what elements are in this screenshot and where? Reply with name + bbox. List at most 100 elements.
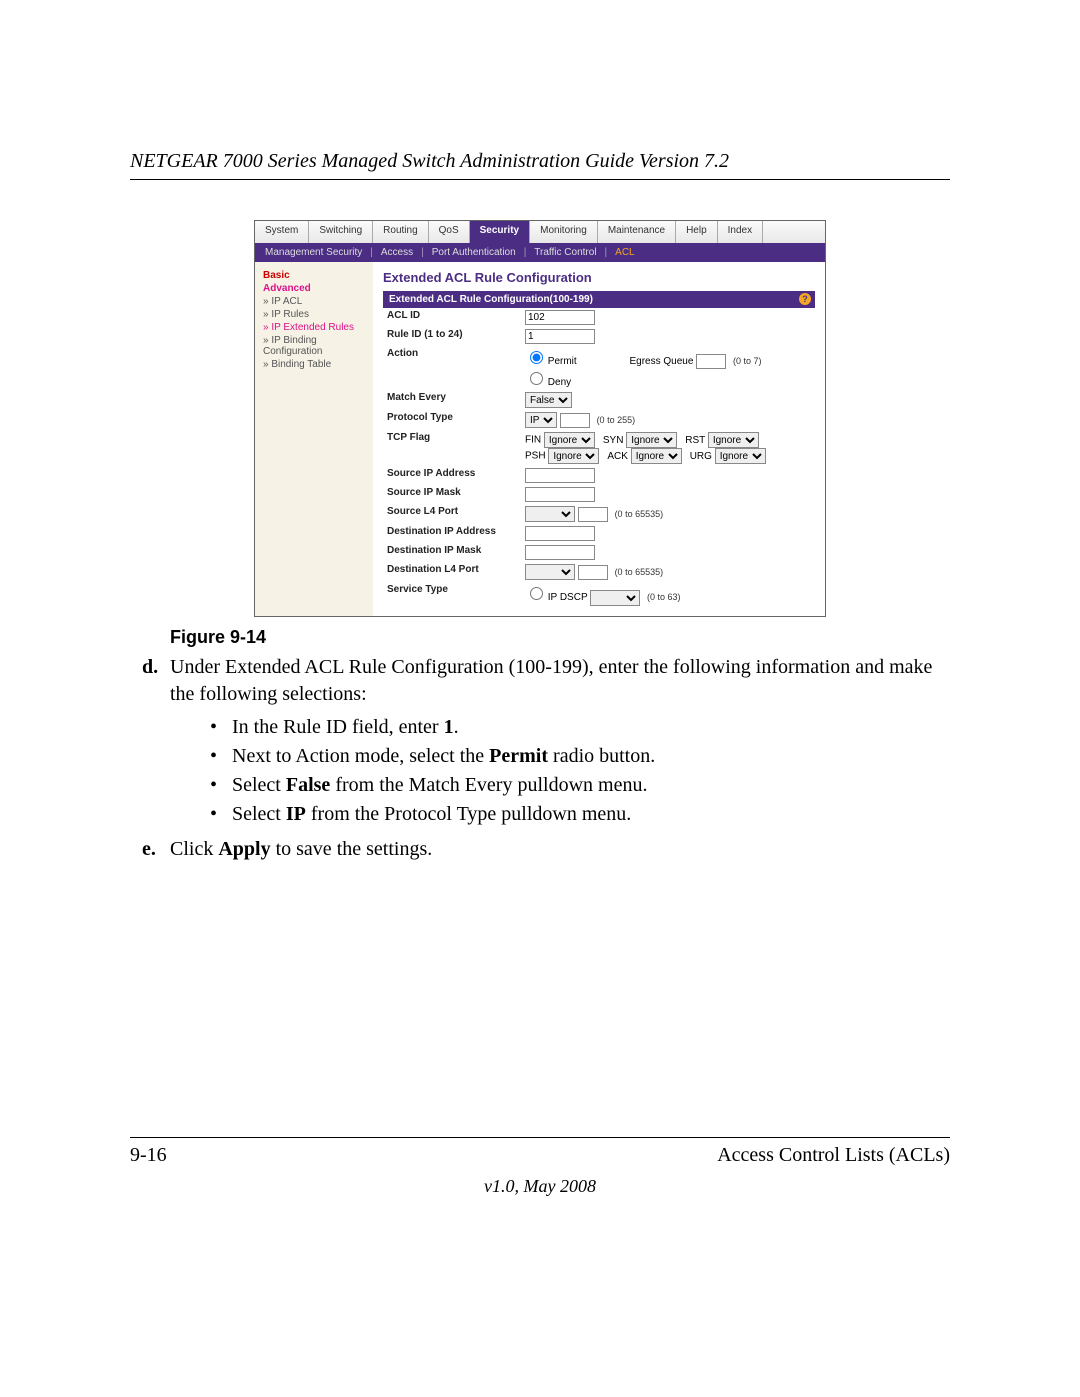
select-match-every[interactable]: False — [525, 392, 572, 408]
tab-system[interactable]: System — [255, 221, 309, 243]
input-dst-port[interactable] — [578, 565, 608, 580]
radio-service-type[interactable] — [530, 587, 543, 600]
input-dst-mask[interactable] — [525, 545, 595, 560]
document-header: NETGEAR 7000 Series Managed Switch Admin… — [130, 150, 950, 180]
separator: | — [605, 247, 608, 258]
tcpflag-select-ack[interactable]: Ignore — [631, 448, 682, 464]
radio-permit[interactable] — [530, 351, 543, 364]
tcpflag-label-ack: ACK — [607, 451, 630, 462]
input-src-ip[interactable] — [525, 468, 595, 483]
sidebar-item-ip-acl[interactable]: » IP ACL — [263, 296, 373, 307]
hint-src-port: (0 to 65535) — [615, 509, 664, 519]
panel-subtitle-text: Extended ACL Rule Configuration(100-199) — [389, 294, 593, 305]
label-dst-port: Destination L4 Port — [383, 562, 521, 582]
step-e-pre: Click — [170, 838, 218, 860]
step-d-text: Under Extended ACL Rule Configuration (1… — [170, 656, 932, 705]
label-dst-ip: Destination IP Address — [383, 524, 521, 543]
tab-security[interactable]: Security — [470, 221, 530, 243]
label-src-port: Source L4 Port — [383, 504, 521, 524]
label-protocol-type: Protocol Type — [383, 410, 521, 430]
label-src-ip: Source IP Address — [383, 466, 521, 485]
tab-qos[interactable]: QoS — [429, 221, 470, 243]
main-tabbar: SystemSwitchingRoutingQoSSecurityMonitor… — [255, 221, 825, 243]
tcpflag-select-syn[interactable]: Ignore — [626, 432, 677, 448]
radio-deny[interactable] — [530, 372, 543, 385]
sidebar-item-ip-extended-rules[interactable]: » IP Extended Rules — [263, 322, 373, 333]
hint-egress-queue: (0 to 7) — [733, 356, 762, 366]
tcpflag-select-rst[interactable]: Ignore — [708, 432, 759, 448]
subtab-management-security[interactable]: Management Security — [265, 247, 362, 258]
help-icon[interactable]: ? — [799, 293, 811, 305]
step-e-lead: e. — [142, 836, 170, 863]
tab-maintenance[interactable]: Maintenance — [598, 221, 676, 243]
screenshot: SystemSwitchingRoutingQoSSecurityMonitor… — [254, 220, 826, 617]
label-service-type: Service Type — [383, 582, 521, 608]
tcpflag-label-urg: URG — [690, 451, 715, 462]
bullet-list: In the Rule ID field, enter 1. Next to Ac… — [210, 716, 950, 826]
page-number: 9-16 — [130, 1144, 167, 1167]
radio-deny-label: Deny — [548, 377, 571, 388]
subtab-port-authentication[interactable]: Port Authentication — [432, 247, 516, 258]
input-src-port[interactable] — [578, 507, 608, 522]
tcpflag-label-syn: SYN — [603, 435, 626, 446]
panel-subtitle-bar: Extended ACL Rule Configuration(100-199)… — [383, 291, 815, 308]
label-src-mask: Source IP Mask — [383, 485, 521, 504]
step-d: d.Under Extended ACL Rule Configuration … — [170, 654, 950, 708]
screenshot-body: Basic Advanced » IP ACL » IP Rules » IP Ex… — [255, 262, 825, 616]
subtab-traffic-control[interactable]: Traffic Control — [534, 247, 596, 258]
subtab-access[interactable]: Access — [381, 247, 413, 258]
tcpflag-label-rst: RST — [685, 435, 708, 446]
tcpflag-select-fin[interactable]: Ignore — [544, 432, 595, 448]
tab-monitoring[interactable]: Monitoring — [530, 221, 598, 243]
page-footer-version: v1.0, May 2008 — [0, 1176, 1080, 1197]
tab-switching[interactable]: Switching — [309, 221, 373, 243]
sidebar-item-binding-table[interactable]: » Binding Table — [263, 359, 373, 370]
tcpflag-label-psh: PSH — [525, 451, 548, 462]
tab-routing[interactable]: Routing — [373, 221, 428, 243]
select-service-type[interactable] — [590, 590, 640, 606]
bullet-0: In the Rule ID field, enter 1. — [210, 716, 950, 739]
step-e-post: to save the settings. — [271, 838, 433, 860]
radio-permit-label: Permit — [548, 356, 577, 367]
panel-title: Extended ACL Rule Configuration — [383, 270, 815, 285]
sidebar-basic-heading[interactable]: Basic — [263, 270, 373, 281]
figure-caption: Figure 9-14 — [170, 627, 950, 648]
hint-service-type: (0 to 63) — [647, 592, 681, 602]
tab-index[interactable]: Index — [718, 221, 763, 243]
input-acl-id[interactable] — [525, 310, 595, 325]
select-src-port[interactable] — [525, 506, 575, 522]
page-footer: 9-16 Access Control Lists (ACLs) — [130, 1137, 950, 1167]
tcpflag-select-psh[interactable]: Ignore — [548, 448, 599, 464]
sub-tabbar: Management Security | Access | Port Authenti… — [255, 243, 825, 262]
tcpflag-select-urg[interactable]: Ignore — [715, 448, 766, 464]
hint-dst-port: (0 to 65535) — [615, 567, 664, 577]
document-page: NETGEAR 7000 Series Managed Switch Admin… — [0, 0, 1080, 1397]
select-protocol-type[interactable]: IP — [525, 412, 557, 428]
step-e: e.Click Apply to save the settings. — [170, 836, 950, 863]
service-type-text: IP DSCP — [548, 592, 588, 603]
sidebar-item-ip-binding-configuration[interactable]: » IP Binding Configuration — [263, 335, 373, 357]
step-d-lead: d. — [142, 654, 170, 681]
label-action: Action — [383, 346, 521, 390]
bullet-2: Select False from the Match Every pulldo… — [210, 774, 950, 797]
label-egress-queue: Egress Queue — [629, 356, 693, 367]
label-rule-id: Rule ID (1 to 24) — [383, 327, 521, 346]
input-dst-ip[interactable] — [525, 526, 595, 541]
select-dst-port[interactable] — [525, 564, 575, 580]
hint-protocol: (0 to 255) — [597, 415, 636, 425]
separator: | — [524, 247, 527, 258]
sidebar-advanced-heading[interactable]: Advanced — [263, 283, 373, 294]
tab-help[interactable]: Help — [676, 221, 718, 243]
tcpflag-label-fin: FIN — [525, 435, 544, 446]
sidebar-item-ip-rules[interactable]: » IP Rules — [263, 309, 373, 320]
input-src-mask[interactable] — [525, 487, 595, 502]
config-table: ACL ID Rule ID (1 to 24) Action — [383, 308, 815, 608]
label-tcp-flag: TCP Flag — [383, 430, 521, 466]
bullet-1: Next to Action mode, select the Permit r… — [210, 745, 950, 768]
sidebar: Basic Advanced » IP ACL » IP Rules » IP Ex… — [255, 262, 373, 616]
input-protocol-value[interactable] — [560, 413, 590, 428]
subtab-acl[interactable]: ACL — [615, 247, 634, 258]
input-egress-queue[interactable] — [696, 354, 726, 369]
input-rule-id[interactable] — [525, 329, 595, 344]
section-title: Access Control Lists (ACLs) — [717, 1144, 950, 1167]
